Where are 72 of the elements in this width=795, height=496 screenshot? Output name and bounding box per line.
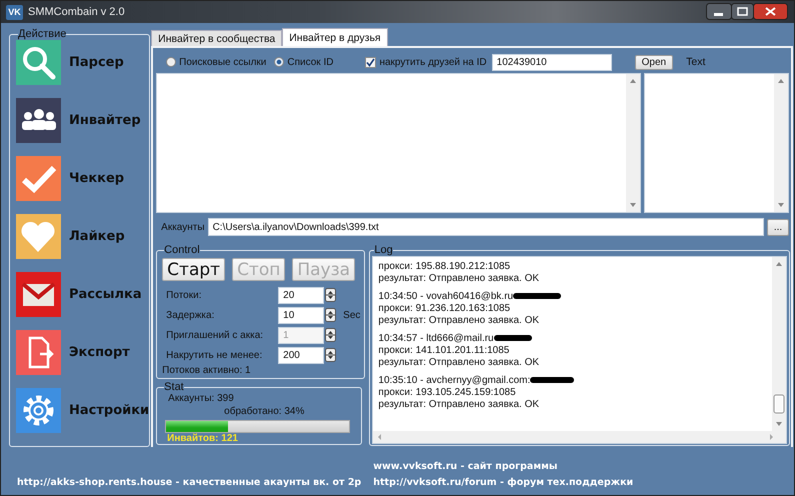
group-legend: Control [164, 244, 200, 256]
sidebar-item[interactable]: Чеккер [69, 171, 124, 186]
browse-button[interactable]: ... [766, 218, 790, 236]
vertical-scrollbar[interactable] [772, 257, 786, 431]
accounts-path-field[interactable]: C:\Users\a.ilyanov\Downloads\399.txt [208, 218, 764, 236]
id-list-field[interactable] [156, 73, 641, 213]
log-line: результат: Отправлено заявка. OK [378, 272, 540, 284]
invites-count: Инвайтов: 121 [167, 433, 239, 444]
settings-icon [16, 388, 61, 433]
tab[interactable]: Инвайтер в сообщества [151, 30, 282, 46]
text-label: Text [686, 56, 706, 68]
field-label: Задержка: [166, 310, 216, 320]
radio-button[interactable] [274, 57, 284, 67]
text-field[interactable] [644, 73, 790, 213]
group-legend: Log [374, 244, 393, 256]
log-line: результат: Отправлено заявка. OK [378, 314, 540, 326]
spin-buttons[interactable] [325, 348, 336, 362]
panel-legend: Действие [18, 28, 66, 40]
number-field[interactable]: 10 [278, 306, 324, 324]
checkbox[interactable] [365, 56, 376, 68]
log-line: прокси: 193.105.245.159:1085 [378, 386, 516, 398]
sidebar-item[interactable]: Лайкер [69, 229, 125, 244]
active-threads-text: Потоков активно: 1 [162, 365, 252, 376]
id-field[interactable]: 102439010 [492, 54, 612, 70]
people-icon [16, 98, 61, 143]
open-button[interactable]: Open [634, 54, 674, 70]
sidebar-item[interactable]: Экспорт [69, 345, 130, 360]
number-field[interactable]: 20 [278, 286, 324, 304]
group-legend: Stat [164, 381, 184, 393]
spin-buttons[interactable] [325, 288, 336, 302]
radio-label[interactable]: Список ID [287, 56, 334, 68]
accounts-count: Аккаунты: 399 [168, 393, 235, 404]
check-icon [16, 156, 61, 201]
radio-button[interactable] [166, 57, 176, 67]
search-icon [16, 40, 61, 85]
sidebar-item[interactable]: Парсер [69, 55, 124, 70]
check-icon [366, 58, 376, 66]
window-controls[interactable] [706, 3, 788, 21]
app-logo: VK [6, 4, 23, 20]
log-line: прокси: 195.88.190.212:1085 [378, 260, 510, 272]
footer-link[interactable]: http://akks-shop.rents.house - качественные акаунты вк. от 2р [17, 477, 362, 488]
action-button[interactable]: Старт [162, 258, 226, 281]
processed-percent: обработано: 34% [224, 406, 306, 417]
accounts-label: Аккаунты [161, 222, 205, 232]
window-title: SMMCombain v 2.0 [28, 6, 126, 18]
spin-buttons[interactable] [325, 308, 336, 322]
footer-link[interactable]: www.vvksoft.ru - сайт программы [373, 461, 634, 472]
sidebar-item[interactable]: Инвайтер [69, 113, 141, 128]
log-line: 10:34:57 - ltd666@mail.ru [378, 332, 494, 344]
unit-label: Sec [343, 310, 360, 320]
horizontal-scrollbar[interactable] [373, 431, 786, 443]
mail-icon [16, 272, 61, 317]
log-line: результат: Отправлено заявка. OK [378, 356, 540, 368]
radio-label[interactable]: Поисковые ссылки [179, 56, 266, 68]
sidebar-item[interactable]: Рассылка [69, 287, 142, 302]
checkbox-label[interactable]: накрутить друзей на ID [379, 56, 487, 68]
field-label: Потоки: [166, 290, 202, 300]
footer-link[interactable]: http://vvksoft.ru/forum - форум тех.поддержки [373, 477, 634, 488]
number-field[interactable]: 200 [278, 346, 324, 364]
vertical-scrollbar[interactable] [626, 74, 640, 212]
log-line: прокси: 91.236.120.163:1085 [378, 302, 510, 314]
log-line: 10:34:50 - vovah60416@bk.ru [378, 290, 514, 302]
log-line: прокси: 141.101.201.11:1085 [378, 344, 510, 356]
field-label: Накрутить не менее: [166, 350, 264, 360]
log-line: результат: Отправлено заявка. OK [378, 398, 540, 410]
field-label: Приглашений с акка: [166, 330, 264, 340]
spin-buttons[interactable] [325, 328, 336, 342]
vertical-scrollbar[interactable] [774, 74, 788, 212]
sidebar-item[interactable]: Настройки [69, 403, 150, 418]
tab[interactable]: Инвайтер в друзья [282, 28, 388, 46]
log-line: 10:35:10 - avchernyy@gmail.com: [378, 374, 530, 386]
export-icon [16, 330, 61, 375]
